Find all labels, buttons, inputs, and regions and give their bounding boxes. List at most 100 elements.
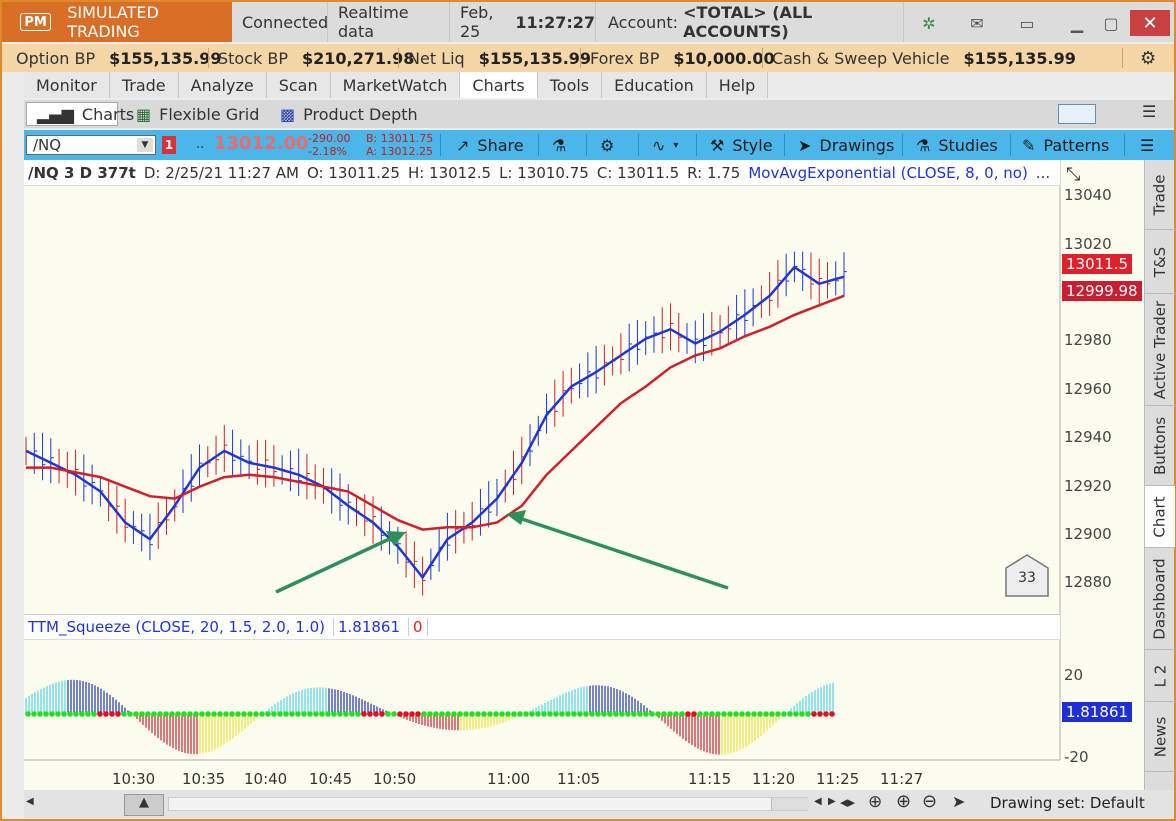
annotation-arrow-left	[275, 533, 399, 594]
mail-icon[interactable]: ✉	[962, 12, 992, 34]
squeeze-dot	[247, 711, 253, 717]
side-tab-ts[interactable]: T&S	[1145, 230, 1175, 294]
squeeze-dot	[85, 711, 91, 717]
squeeze-dot	[157, 711, 163, 717]
bar-chart-icon: ▂▄▆	[37, 104, 74, 124]
scroll-right-icon[interactable]: ▶	[828, 796, 836, 807]
flask-button[interactable]: ⚗	[552, 133, 574, 157]
price-tick: 12920	[1064, 477, 1112, 495]
style-button[interactable]: ⚒ Style	[710, 133, 773, 157]
menu-trade[interactable]: Trade	[109, 72, 179, 98]
drawings-button[interactable]: ➤ Drawings	[798, 133, 894, 157]
menu-education[interactable]: Education	[602, 72, 707, 98]
info-date: D: 2/25/21 11:27 AM	[143, 163, 299, 182]
drawing-set[interactable]: Drawing set: Default	[990, 794, 1145, 812]
chart-type-button[interactable]: ∿ ▾	[652, 133, 678, 157]
net-change: -290.00 -2.18%	[308, 132, 350, 158]
time-scrollbar[interactable]	[168, 797, 809, 811]
menu-marketwatch[interactable]: MarketWatch	[330, 72, 461, 98]
side-tab-dashboard[interactable]: Dashboard	[1145, 548, 1175, 650]
layout-icon[interactable]	[1058, 104, 1096, 124]
time-tick: 10:45	[309, 770, 353, 788]
squeeze-dot	[559, 711, 565, 717]
pan-icon[interactable]: ◂▸	[840, 793, 855, 811]
menu-analyze[interactable]: Analyze	[178, 72, 267, 98]
menu-scan[interactable]: Scan	[266, 72, 331, 98]
close-icon[interactable]: ✕	[1130, 10, 1170, 36]
chat-icon[interactable]: ▭	[1012, 12, 1042, 34]
squeeze-dot	[445, 711, 451, 717]
crosshair-icon[interactable]: ⊕	[868, 792, 882, 812]
info-more[interactable]: ...	[1036, 164, 1050, 182]
chart-canvas[interactable]	[24, 160, 1144, 790]
account-selector[interactable]: Account: <TOTAL> (ALL ACCOUNTS)	[608, 2, 904, 42]
data-feed-text: Realtime data	[338, 3, 409, 41]
bubble-indicator[interactable]: 33	[1004, 554, 1050, 598]
zoom-out-icon[interactable]: ⊖	[922, 791, 937, 812]
style-label: Style	[732, 135, 773, 155]
squeeze-dot	[91, 711, 97, 717]
chart-info-bar: /NQ 3 D 377t D: 2/25/21 11:27 AM O: 1301…	[24, 160, 1060, 186]
tab-flexible-grid[interactable]: ▦ Flexible Grid	[136, 102, 259, 126]
expand-icon[interactable]: ▲	[124, 794, 164, 816]
toolbar-menu-icon[interactable]: ☰	[1140, 133, 1154, 157]
squeeze-label[interactable]: TTM_Squeeze (CLOSE, 20, 1.5, 2.0, 1.0)	[28, 618, 325, 636]
link-badge[interactable]: 1	[162, 136, 176, 154]
gear-icon[interactable]: ⚙	[1140, 44, 1156, 72]
bid-ask: B: 13011.75 A: 13012.25	[366, 132, 433, 158]
scroll-left-icon[interactable]: ◀	[26, 796, 34, 807]
tab-product-depth[interactable]: ▩ Product Depth	[280, 102, 418, 126]
minimize-icon[interactable]: ▁	[1062, 12, 1092, 34]
squeeze-dot	[673, 711, 679, 717]
pinwheel-icon[interactable]: ✲	[914, 12, 944, 34]
squeeze-dot	[643, 711, 649, 717]
chevron-down-icon[interactable]: ▼	[137, 138, 153, 152]
stock-bp-label: Stock BP	[218, 48, 288, 68]
squeeze-dot	[661, 711, 667, 717]
squeeze-dot	[139, 711, 145, 717]
settings-button[interactable]: ⚙	[600, 133, 622, 157]
mode-indicator: PM SIMULATED TRADING	[2, 2, 232, 42]
menu-tools[interactable]: Tools	[537, 72, 603, 98]
side-tab-buttons[interactable]: Buttons	[1145, 406, 1175, 486]
info-study[interactable]: MovAvgExponential (CLOSE, 8, 0, no)	[748, 164, 1027, 182]
zoom-in-icon[interactable]: ⊕	[896, 791, 911, 812]
squeeze-dot	[541, 711, 547, 717]
chart-area[interactable]: /NQ 3 D 377t D: 2/25/21 11:27 AM O: 1301…	[24, 160, 1144, 790]
squeeze-dot	[619, 711, 625, 717]
scale-icon[interactable]: ⤡	[1066, 164, 1080, 185]
maximize-icon[interactable]: ▢	[1096, 12, 1126, 34]
patterns-icon: ✎	[1022, 135, 1036, 155]
scroll-left-small-icon[interactable]: ◀	[814, 796, 822, 807]
scrollbar-thumb[interactable]	[771, 798, 809, 810]
tab-charts[interactable]: ▂▄▆ Charts	[26, 102, 134, 126]
menu-icon[interactable]: ☰	[1142, 102, 1156, 121]
side-tab-chart[interactable]: Chart	[1145, 486, 1175, 548]
side-tab-active-trader[interactable]: Active Trader	[1145, 294, 1175, 406]
share-button[interactable]: ↗ Share	[456, 133, 524, 157]
squeeze-dot	[325, 711, 331, 717]
symbol-input[interactable]: /NQ ▼	[26, 135, 156, 155]
squeeze-dot	[175, 711, 181, 717]
more-dots[interactable]: ..	[196, 137, 204, 152]
menu-monitor[interactable]: Monitor	[24, 72, 110, 98]
squeeze-dot	[55, 711, 61, 717]
menu-help[interactable]: Help	[706, 72, 769, 98]
ask-value: A: 13012.25	[366, 145, 434, 158]
cursor-icon[interactable]: ➤	[952, 792, 965, 811]
squeeze-dot	[487, 711, 493, 717]
squeeze-dot	[67, 711, 73, 717]
squeeze-dot	[127, 711, 133, 717]
squeeze-dot	[235, 711, 241, 717]
time-text: 11:27:27	[515, 12, 595, 32]
menu-charts[interactable]: Charts	[460, 72, 538, 98]
side-tab-trade[interactable]: Trade	[1145, 160, 1175, 230]
patterns-button[interactable]: ✎ Patterns	[1022, 133, 1109, 157]
studies-button[interactable]: ⚗ Studies	[916, 133, 998, 157]
squeeze-dot	[571, 711, 577, 717]
symbol-text: /NQ	[33, 136, 62, 154]
side-tab-news[interactable]: News	[1145, 702, 1175, 772]
cash-value: $155,135.99	[963, 48, 1076, 68]
squeeze-dot	[301, 711, 307, 717]
side-tab-l2[interactable]: L 2	[1145, 650, 1175, 702]
